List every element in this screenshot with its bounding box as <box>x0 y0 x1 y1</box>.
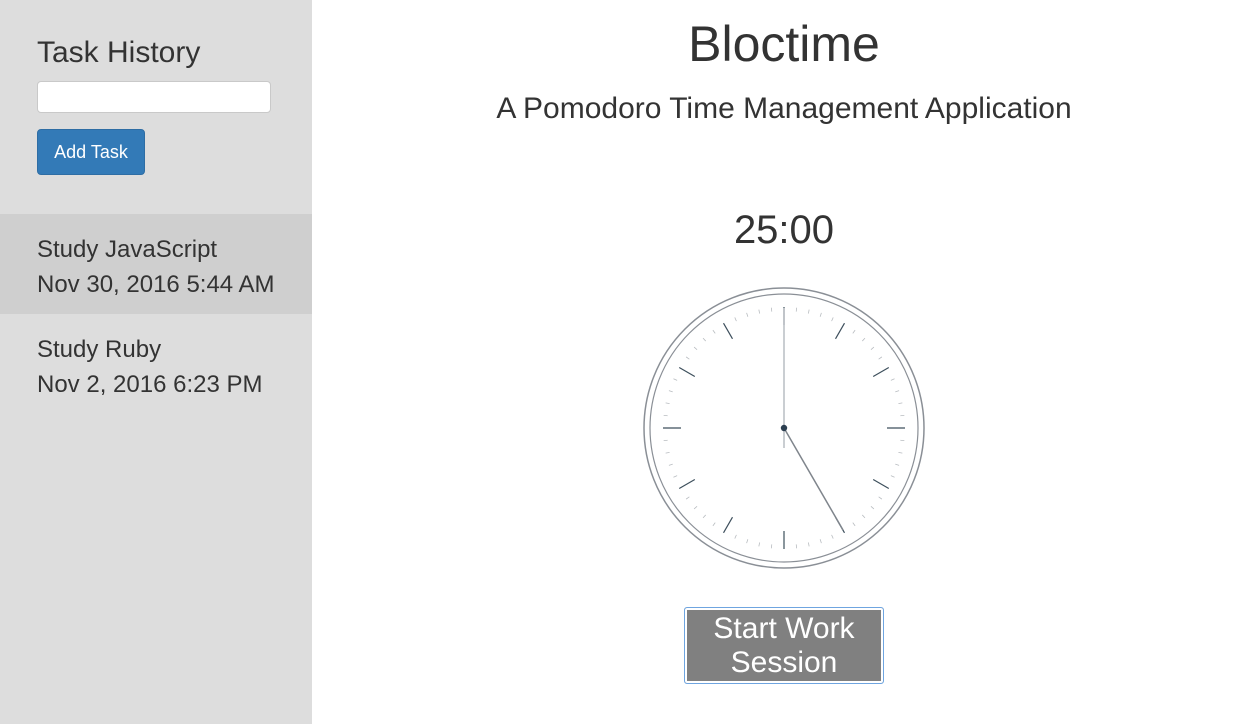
clock-center-dot <box>780 424 788 432</box>
task-item[interactable]: Study Ruby Nov 2, 2016 6:23 PM <box>0 314 312 414</box>
task-item[interactable]: Study JavaScript Nov 30, 2016 5:44 AM <box>0 214 312 314</box>
sidebar: Task History Add Task Study JavaScript N… <box>0 0 312 724</box>
task-input[interactable] <box>37 81 271 113</box>
task-name: Study Ruby <box>37 336 162 363</box>
app-title: Bloctime <box>688 16 880 72</box>
start-work-session-button[interactable]: Start Work Session <box>684 607 884 684</box>
task-name: Study JavaScript <box>37 236 218 263</box>
task-list: Study JavaScript Nov 30, 2016 5:44 AM St… <box>0 214 312 414</box>
sidebar-title: Task History <box>37 36 201 69</box>
main-panel: Bloctime A Pomodoro Time Management Appl… <box>312 0 1256 724</box>
task-date: Nov 2, 2016 6:23 PM <box>37 371 263 398</box>
timer-display: 25:00 <box>733 208 835 252</box>
add-task-button[interactable]: Add Task <box>37 129 145 175</box>
task-date: Nov 30, 2016 5:44 AM <box>37 271 275 298</box>
app-subtitle: A Pomodoro Time Management Application <box>496 92 1072 125</box>
clock-face-icon <box>643 287 925 569</box>
app-root: Task History Add Task Study JavaScript N… <box>0 0 1256 724</box>
